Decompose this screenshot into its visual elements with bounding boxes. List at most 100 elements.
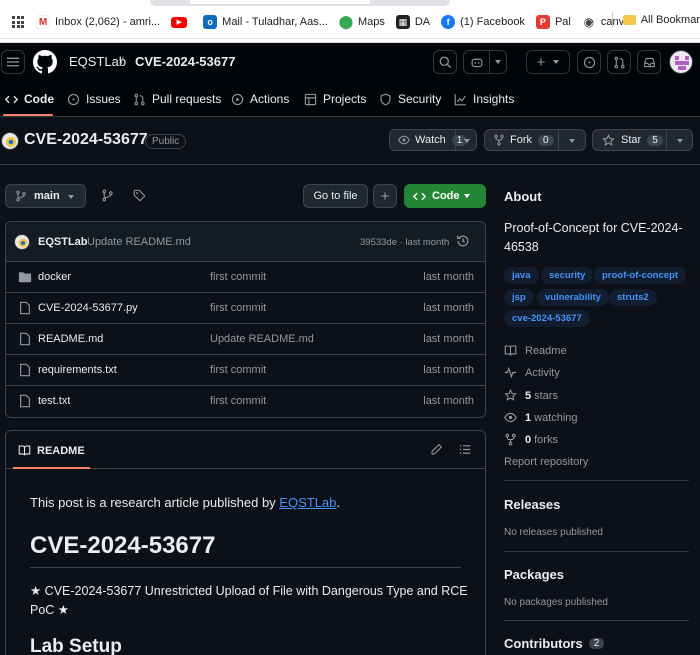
- bookmark-label: Maps: [357, 16, 385, 28]
- tab-insights[interactable]: Insights: [454, 92, 514, 106]
- file-time: last month: [423, 395, 474, 407]
- inbox-button[interactable]: [637, 50, 661, 74]
- user-avatar[interactable]: [669, 50, 693, 74]
- file-commit-message[interactable]: first commit: [210, 271, 266, 283]
- add-file-button[interactable]: +: [373, 184, 397, 208]
- bookmarks-separator: [611, 12, 613, 28]
- bookmark-gmail[interactable]: M Inbox (2,062) - amri...: [36, 15, 160, 29]
- topic-tag[interactable]: struts2: [609, 289, 657, 306]
- topic-tag[interactable]: cve-2024-53677: [504, 310, 590, 327]
- bookmark-youtube[interactable]: ▶: [171, 16, 192, 28]
- star-button[interactable]: Star 5: [592, 129, 693, 151]
- issues-button[interactable]: [577, 50, 601, 74]
- pulse-icon: [504, 366, 517, 379]
- breadcrumb-repo[interactable]: CVE-2024-53677: [135, 54, 235, 69]
- stars-count: 5: [525, 389, 532, 402]
- bookmark-facebook[interactable]: f (1) Facebook: [441, 15, 525, 29]
- repo-title[interactable]: CVE-2024-53677: [24, 131, 148, 149]
- file-name[interactable]: CVE-2024-53677.py: [38, 302, 138, 314]
- forks-link[interactable]: 0 forks: [504, 433, 558, 446]
- contributors-heading[interactable]: Contributors 2: [504, 636, 605, 651]
- file-commit-message[interactable]: first commit: [210, 395, 266, 407]
- eye-icon: [504, 412, 517, 423]
- apps-icon[interactable]: [12, 16, 24, 28]
- watch-button[interactable]: Watch 1: [389, 129, 477, 151]
- report-repository-link[interactable]: Report repository: [504, 456, 588, 468]
- chevron-down-icon: [553, 60, 560, 64]
- tab-security[interactable]: Security: [379, 92, 441, 106]
- pull-requests-button[interactable]: [607, 50, 631, 74]
- readme-link[interactable]: Readme: [504, 344, 567, 357]
- tab-pull-requests[interactable]: Pull requests: [133, 92, 221, 106]
- file-commit-message[interactable]: Update README.md: [210, 333, 314, 345]
- bookmark-maps[interactable]: ⬤ Maps: [339, 14, 385, 29]
- history-icon[interactable]: [456, 234, 470, 248]
- breadcrumb-owner[interactable]: EQSTLab: [69, 54, 126, 69]
- file-row[interactable]: docker first commit last month: [6, 262, 485, 293]
- folder-icon: [622, 15, 636, 25]
- releases-heading[interactable]: Releases: [504, 497, 560, 512]
- topic-tag[interactable]: jsp: [504, 289, 534, 306]
- bookmark-da[interactable]: ▦ DA: [395, 15, 430, 29]
- outline-list-icon[interactable]: [459, 443, 472, 456]
- file-name[interactable]: docker: [38, 271, 71, 283]
- file-name[interactable]: test.txt: [38, 395, 70, 407]
- fork-button[interactable]: Fork 0: [484, 129, 586, 151]
- readme-h2: Lab Setup: [30, 636, 122, 655]
- activity-link[interactable]: Activity: [504, 366, 560, 379]
- branches-button[interactable]: [101, 189, 114, 205]
- topic-tag[interactable]: vulnerability: [537, 289, 609, 306]
- commit-message[interactable]: Update README.md: [87, 236, 191, 248]
- code-icon: [5, 95, 18, 103]
- commit-author[interactable]: EQSTLab: [38, 236, 88, 248]
- tags-button[interactable]: [133, 189, 146, 205]
- pal-icon: P: [535, 15, 550, 29]
- bookmark-outlook[interactable]: o Mail - Tuladhar, Aas...: [203, 15, 328, 29]
- file-name[interactable]: requirements.txt: [38, 364, 117, 376]
- topic-tag[interactable]: proof-of-concept: [594, 267, 686, 284]
- bookmark-pal[interactable]: P Pal: [535, 15, 571, 29]
- stars-label: stars: [534, 389, 558, 402]
- copilot-button[interactable]: [463, 50, 507, 74]
- branch-selector[interactable]: main: [5, 184, 86, 208]
- readme-tab-indicator: [13, 467, 90, 469]
- file-row[interactable]: CVE-2024-53677.py first commit last mont…: [6, 293, 485, 324]
- packages-heading[interactable]: Packages: [504, 567, 564, 582]
- search-icon: [439, 56, 451, 68]
- tab-readme[interactable]: README: [18, 444, 85, 457]
- stars-link[interactable]: 5 stars: [504, 389, 558, 402]
- file-row[interactable]: requirements.txt first commit last month: [6, 355, 485, 386]
- owner-avatar[interactable]: [1, 132, 19, 150]
- file-row[interactable]: test.txt first commit last month: [6, 386, 485, 417]
- commit-hash-time[interactable]: 39533de · last month: [360, 237, 449, 248]
- hamburger-menu-button[interactable]: [1, 50, 25, 74]
- table-icon: [304, 93, 317, 105]
- branch-icon: [102, 189, 113, 202]
- topic-tag[interactable]: java: [504, 267, 539, 284]
- github-logo[interactable]: [33, 50, 57, 74]
- create-new-button[interactable]: +: [526, 50, 570, 74]
- all-bookmarks-button[interactable]: All Bookmar: [622, 14, 700, 26]
- file-commit-message[interactable]: first commit: [210, 364, 266, 376]
- tab-actions[interactable]: Actions: [231, 92, 289, 106]
- tab-projects[interactable]: Projects: [304, 92, 366, 106]
- go-to-file-button[interactable]: Go to file: [303, 184, 368, 208]
- pencil-icon[interactable]: [430, 443, 443, 456]
- tab-issues[interactable]: Issues: [67, 92, 121, 106]
- file-commit-message[interactable]: first commit: [210, 302, 266, 314]
- plus-icon: +: [380, 187, 390, 205]
- commit-author-avatar[interactable]: [14, 234, 30, 250]
- file-name[interactable]: README.md: [38, 333, 103, 345]
- eqst-logo-icon: [6, 137, 16, 147]
- code-dropdown-button[interactable]: Code: [404, 184, 486, 208]
- bookmarks-overflow-button[interactable]: »: [586, 13, 593, 28]
- book-icon: [18, 445, 31, 456]
- tab-code[interactable]: Code: [5, 92, 54, 106]
- watching-link[interactable]: 1 watching: [504, 411, 578, 424]
- readme-intro-link[interactable]: EQSTLab: [279, 495, 336, 510]
- file-row[interactable]: README.md Update README.md last month: [6, 324, 485, 355]
- readme-link-label: Readme: [525, 344, 567, 357]
- fork-count: 0: [538, 134, 554, 146]
- topic-tag[interactable]: security: [541, 267, 594, 284]
- search-button[interactable]: [433, 50, 457, 74]
